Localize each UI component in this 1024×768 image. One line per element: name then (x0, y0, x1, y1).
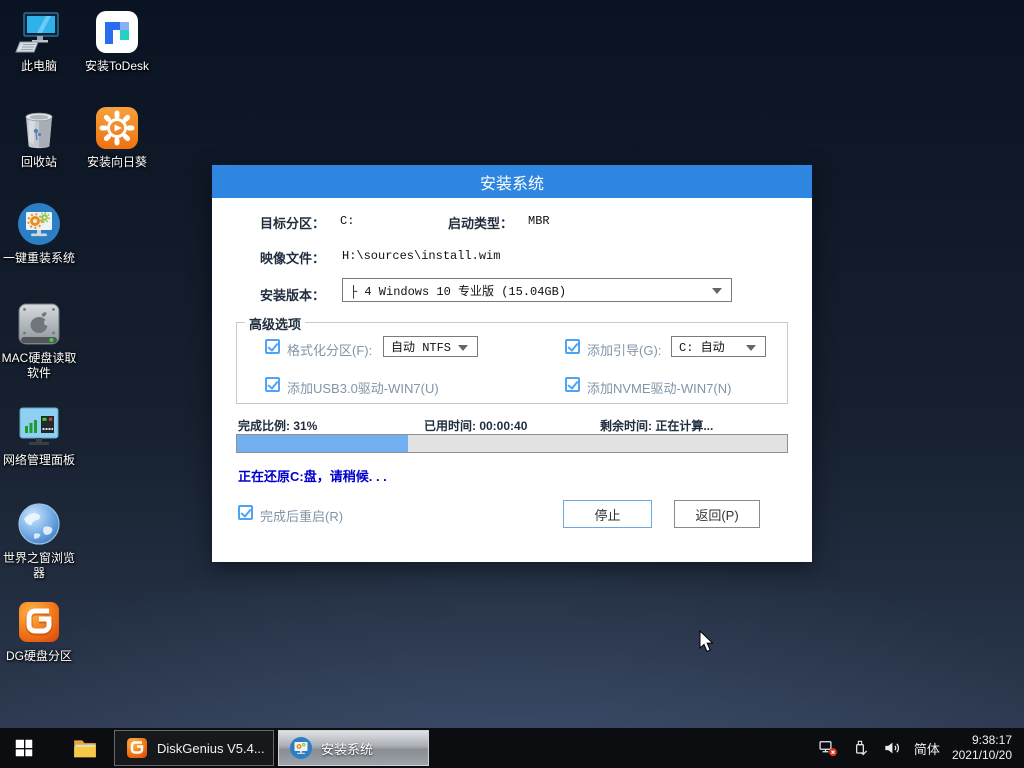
reboot-after-checkbox[interactable] (238, 505, 253, 520)
network-disconnected-icon[interactable] (818, 738, 838, 758)
target-partition-label: 目标分区： (260, 213, 325, 232)
boot-drive-value: C: 自动 (679, 338, 725, 355)
desktop-icon-install-todesk[interactable]: 安装ToDesk (78, 8, 156, 74)
ime-indicator[interactable]: 简体 (914, 739, 940, 758)
file-explorer-button[interactable] (62, 728, 108, 768)
taskbar-clock[interactable]: 9:38:17 2021/10/20 (952, 733, 1012, 763)
boot-drive-select[interactable]: C: 自动 (671, 336, 766, 357)
recycle-bin-icon (15, 104, 63, 152)
boot-type-value: MBR (528, 214, 550, 228)
dialog-title: 安装系统 (480, 170, 544, 194)
progress-percent-text: 完成比例: 31% (238, 417, 317, 434)
taskbar-item-label: 安装系统 (321, 739, 373, 758)
desktop-icon-dg-partition[interactable]: DG硬盘分区 (0, 598, 78, 664)
dialog-titlebar[interactable]: 安装系统 (212, 165, 812, 198)
stop-button[interactable]: 停止 (563, 500, 652, 528)
format-type-value: 自动 NTFS (391, 338, 451, 355)
back-button[interactable]: 返回(P) (674, 500, 760, 528)
install-version-label: 安装版本： (260, 285, 325, 304)
add-boot-label: 添加引导(G): (587, 340, 661, 359)
status-message: 正在还原C:盘，请稍候. . . (238, 466, 387, 485)
desktop-icon-label: 安装ToDesk (85, 59, 149, 74)
reinstall-system-icon (15, 200, 63, 248)
desktop-icon-label: DG硬盘分区 (6, 649, 72, 664)
clock-time: 9:38:17 (952, 733, 1012, 748)
mouse-cursor (698, 630, 716, 654)
desktop-icon-this-pc[interactable]: 此电脑 (0, 8, 78, 74)
remaining-time-text: 剩余时间: 正在计算... (600, 417, 713, 434)
network-panel-icon (15, 402, 63, 450)
system-tray: 简体 9:38:17 2021/10/20 (818, 728, 1024, 768)
diskgenius-icon (15, 598, 63, 646)
elapsed-time-text: 已用时间: 00:00:40 (424, 417, 527, 434)
sunflower-icon (93, 104, 141, 152)
reboot-after-label: 完成后重启(R) (260, 506, 343, 525)
advanced-options-legend: 高级选项 (245, 314, 305, 333)
desktop-icon-label: 此电脑 (21, 59, 57, 74)
usb-device-icon[interactable] (850, 738, 870, 758)
reinstall-system-icon (289, 736, 313, 760)
usb3-driver-checkbox[interactable] (265, 377, 280, 392)
desktop-icon-mac-disk-reader[interactable]: MAC硬盘读取软件 (0, 300, 78, 381)
install-version-value: ├ 4 Windows 10 专业版 (15.04GB) (350, 282, 566, 299)
boot-type-label: 启动类型： (448, 213, 513, 232)
progress-fill (237, 435, 408, 452)
globe-icon (15, 500, 63, 548)
desktop-icon-label: 回收站 (21, 155, 57, 170)
mac-disk-icon (15, 300, 63, 348)
desktop-icon-install-sunflower[interactable]: 安装向日葵 (78, 104, 156, 170)
format-partition-label: 格式化分区(F): (287, 340, 372, 359)
desktop-icon-label: 安装向日葵 (87, 155, 147, 170)
image-file-label: 映像文件： (260, 248, 325, 267)
windows-logo-icon (13, 737, 35, 759)
desktop-icon-label: MAC硬盘读取软件 (0, 351, 78, 381)
nvme-driver-label: 添加NVME驱动-WIN7(N) (587, 378, 731, 397)
this-pc-icon (15, 8, 63, 56)
taskbar-item-diskgenius[interactable]: DiskGenius V5.4... (114, 730, 274, 766)
desktop-icon-world-browser[interactable]: 世界之窗浏览器 (0, 500, 78, 581)
format-partition-checkbox[interactable] (265, 339, 280, 354)
install-system-dialog: 安装系统 目标分区： C: 启动类型： MBR 映像文件： H:\sources… (212, 165, 812, 562)
folder-icon (72, 735, 98, 761)
desktop-icon-recycle-bin[interactable]: 回收站 (0, 104, 78, 170)
chevron-down-icon (458, 345, 468, 351)
taskbar: DiskGenius V5.4... 安装系统 (0, 728, 1024, 768)
usb3-driver-label: 添加USB3.0驱动-WIN7(U) (287, 378, 439, 397)
desktop-icon-label: 世界之窗浏览器 (0, 551, 78, 581)
install-version-select[interactable]: ├ 4 Windows 10 专业版 (15.04GB) (342, 278, 732, 302)
add-boot-checkbox[interactable] (565, 339, 580, 354)
desktop: { "colors": { "title_bar": "#2e86e1", "p… (0, 0, 1024, 768)
chevron-down-icon (746, 345, 756, 351)
format-type-select[interactable]: 自动 NTFS (383, 336, 478, 357)
desktop-icon-label: 网络管理面板 (3, 453, 75, 468)
start-button[interactable] (0, 728, 48, 768)
taskbar-item-install-system[interactable]: 安装系统 (278, 730, 429, 766)
chevron-down-icon (712, 288, 722, 294)
nvme-driver-checkbox[interactable] (565, 377, 580, 392)
desktop-icon-label: 一键重装系统 (3, 251, 75, 266)
taskbar-item-label: DiskGenius V5.4... (157, 741, 265, 756)
progress-bar (236, 434, 788, 453)
clock-date: 2021/10/20 (952, 748, 1012, 763)
desktop-icon-network-panel[interactable]: 网络管理面板 (0, 402, 78, 468)
desktop-icon-onekey-reinstall[interactable]: 一键重装系统 (0, 200, 78, 266)
volume-icon[interactable] (882, 738, 902, 758)
advanced-options-group: 高级选项 格式化分区(F): 自动 NTFS 添加引导(G): C: 自动 添加… (236, 322, 788, 404)
todesk-icon (93, 8, 141, 56)
diskgenius-icon (125, 736, 149, 760)
target-partition-value: C: (340, 214, 354, 228)
image-file-value: H:\sources\install.wim (342, 249, 500, 263)
